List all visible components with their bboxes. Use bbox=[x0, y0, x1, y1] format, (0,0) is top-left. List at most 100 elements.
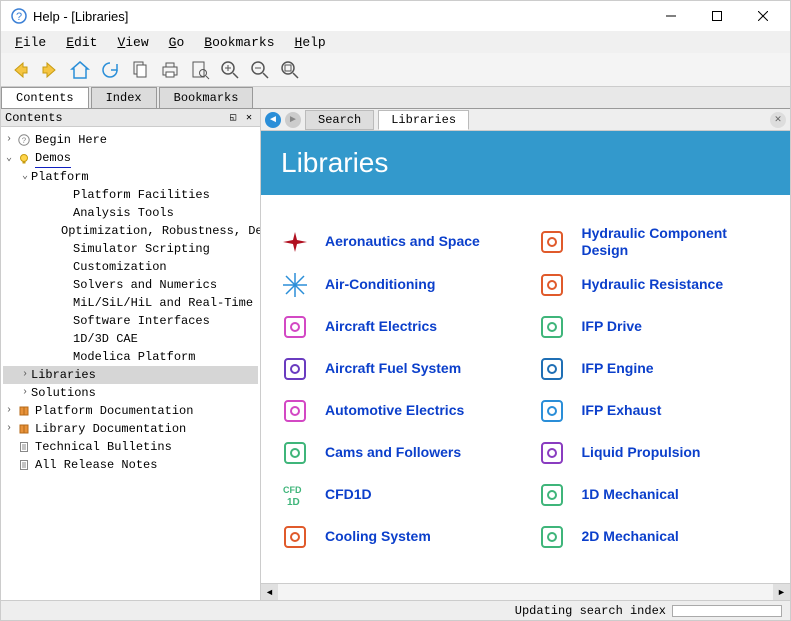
library-item[interactable]: IFP Engine bbox=[536, 353, 773, 385]
tree-item[interactable]: ⌄ Demos bbox=[3, 149, 258, 168]
library-item[interactable]: Liquid Propulsion bbox=[536, 437, 773, 469]
expand-icon[interactable]: › bbox=[3, 420, 15, 438]
tree-item[interactable]: ›?Begin Here bbox=[3, 131, 258, 149]
expand-icon[interactable]: › bbox=[3, 402, 15, 420]
refresh-icon[interactable] bbox=[97, 57, 123, 83]
expand-icon[interactable]: › bbox=[19, 384, 31, 402]
library-item-label: Aircraft Fuel System bbox=[325, 360, 461, 377]
tree-item[interactable]: Modelica Platform bbox=[3, 348, 258, 366]
scroll-track[interactable] bbox=[278, 584, 773, 601]
library-item[interactable]: Aircraft Electrics bbox=[279, 311, 516, 343]
tab-bookmarks[interactable]: Bookmarks bbox=[159, 87, 254, 108]
copy-icon[interactable] bbox=[127, 57, 153, 83]
tab-index[interactable]: Index bbox=[91, 87, 157, 108]
tree-item[interactable]: Solvers and Numerics bbox=[3, 276, 258, 294]
library-item[interactable]: Automotive Electrics bbox=[279, 395, 516, 427]
library-item-label: IFP Engine bbox=[582, 360, 654, 377]
tree-item-label: Modelica Platform bbox=[73, 348, 195, 366]
main-tab-search[interactable]: Search bbox=[305, 110, 374, 130]
scroll-left-icon[interactable]: ◄ bbox=[261, 584, 278, 601]
expand-icon[interactable]: › bbox=[19, 366, 31, 384]
close-panel-icon[interactable]: ✕ bbox=[242, 111, 256, 125]
close-button[interactable] bbox=[740, 1, 786, 31]
find-in-page-icon[interactable] bbox=[187, 57, 213, 83]
library-item[interactable]: 2D Mechanical bbox=[536, 521, 773, 553]
tree-item[interactable]: Customization bbox=[3, 258, 258, 276]
cooling-icon bbox=[279, 521, 311, 553]
tree-item-label: Begin Here bbox=[35, 131, 107, 149]
library-grid: Aeronautics and Space Hydraulic Component… bbox=[261, 195, 790, 563]
tree-item-label: Demos bbox=[35, 149, 71, 168]
library-item[interactable]: 1D Mechanical bbox=[536, 479, 773, 511]
maximize-button[interactable] bbox=[694, 1, 740, 31]
content-scroll[interactable]: Libraries Aeronautics and SpaceHydraulic… bbox=[261, 131, 790, 583]
hyd-res-icon bbox=[536, 269, 568, 301]
tree-item[interactable]: › Platform Documentation bbox=[3, 402, 258, 420]
zoom-in-icon[interactable] bbox=[217, 57, 243, 83]
toolbar bbox=[1, 53, 790, 87]
menu-help[interactable]: Help bbox=[285, 33, 336, 52]
zoom-out-icon[interactable] bbox=[247, 57, 273, 83]
library-item[interactable]: Aircraft Fuel System bbox=[279, 353, 516, 385]
tab-contents[interactable]: Contents bbox=[1, 87, 89, 108]
print-icon[interactable] bbox=[157, 57, 183, 83]
contents-tree[interactable]: ›?Begin Here⌄Demos⌄PlatformPlatform Faci… bbox=[1, 127, 260, 600]
tree-item[interactable]: Analysis Tools bbox=[3, 204, 258, 222]
close-tab-icon[interactable]: ✕ bbox=[770, 112, 786, 128]
next-tab-icon[interactable]: ► bbox=[285, 112, 301, 128]
tree-item-label: Platform Documentation bbox=[35, 402, 193, 420]
horizontal-scrollbar[interactable]: ◄ ► bbox=[261, 583, 790, 600]
scroll-right-icon[interactable]: ► bbox=[773, 584, 790, 601]
back-icon[interactable] bbox=[7, 57, 33, 83]
zoom-reset-icon[interactable] bbox=[277, 57, 303, 83]
library-item-label: Cams and Followers bbox=[325, 444, 461, 461]
menu-bookmarks[interactable]: Bookmarks bbox=[194, 33, 284, 52]
library-item-label: 2D Mechanical bbox=[582, 528, 679, 545]
forward-icon[interactable] bbox=[37, 57, 63, 83]
menu-view[interactable]: View bbox=[107, 33, 158, 52]
library-item-label: Aeronautics and Space bbox=[325, 233, 480, 250]
bulb-icon bbox=[17, 152, 31, 166]
library-item[interactable]: Cooling System bbox=[279, 521, 516, 553]
expand-icon[interactable]: › bbox=[3, 131, 15, 149]
home-icon[interactable] bbox=[67, 57, 93, 83]
tree-item[interactable]: Software Interfaces bbox=[3, 312, 258, 330]
library-item[interactable]: IFP Exhaust bbox=[536, 395, 773, 427]
tree-item-label: Software Interfaces bbox=[73, 312, 210, 330]
tree-item[interactable]: Technical Bulletins bbox=[3, 438, 258, 456]
app-icon: ? bbox=[11, 8, 27, 24]
menu-edit[interactable]: Edit bbox=[56, 33, 107, 52]
main-tab-libraries[interactable]: Libraries bbox=[378, 110, 469, 130]
tree-item[interactable]: › Library Documentation bbox=[3, 420, 258, 438]
tree-item[interactable]: ›Solutions bbox=[3, 384, 258, 402]
library-item[interactable]: Aeronautics and Space bbox=[279, 225, 516, 259]
library-item[interactable]: Cams and Followers bbox=[279, 437, 516, 469]
tree-item[interactable]: Platform Facilities bbox=[3, 186, 258, 204]
tree-item[interactable]: 1D/3D CAE bbox=[3, 330, 258, 348]
library-item[interactable]: Hydraulic Component Design bbox=[536, 225, 773, 259]
tree-item[interactable]: ›Libraries bbox=[3, 366, 258, 384]
library-item[interactable]: Air-Conditioning bbox=[279, 269, 516, 301]
tree-item[interactable]: ⌄Platform bbox=[3, 168, 258, 186]
collapse-icon[interactable]: ⌄ bbox=[19, 168, 31, 186]
tree-item[interactable]: Optimization, Robustness, Des… bbox=[3, 222, 258, 240]
prev-tab-icon[interactable]: ◄ bbox=[265, 112, 281, 128]
dock-icon[interactable]: ◱ bbox=[226, 111, 240, 125]
tree-item-label: Customization bbox=[73, 258, 167, 276]
tree-item[interactable]: All Release Notes bbox=[3, 456, 258, 474]
exhaust-icon bbox=[536, 395, 568, 427]
tree-item-label: Simulator Scripting bbox=[73, 240, 210, 258]
page-icon bbox=[17, 458, 31, 472]
library-item[interactable]: IFP Drive bbox=[536, 311, 773, 343]
library-item[interactable]: Hydraulic Resistance bbox=[536, 269, 773, 301]
collapse-icon[interactable]: ⌄ bbox=[3, 150, 15, 168]
library-item-label: 1D Mechanical bbox=[582, 486, 679, 503]
minimize-button[interactable] bbox=[648, 1, 694, 31]
tree-item[interactable]: MiL/SiL/HiL and Real-Time bbox=[3, 294, 258, 312]
body-area: Contents ◱ ✕ ›?Begin Here⌄Demos⌄Platform… bbox=[1, 109, 790, 600]
menu-file[interactable]: File bbox=[5, 33, 56, 52]
library-item[interactable]: CFD1DCFD1D bbox=[279, 479, 516, 511]
tree-item-label: Library Documentation bbox=[35, 420, 186, 438]
menu-go[interactable]: Go bbox=[159, 33, 195, 52]
tree-item[interactable]: Simulator Scripting bbox=[3, 240, 258, 258]
